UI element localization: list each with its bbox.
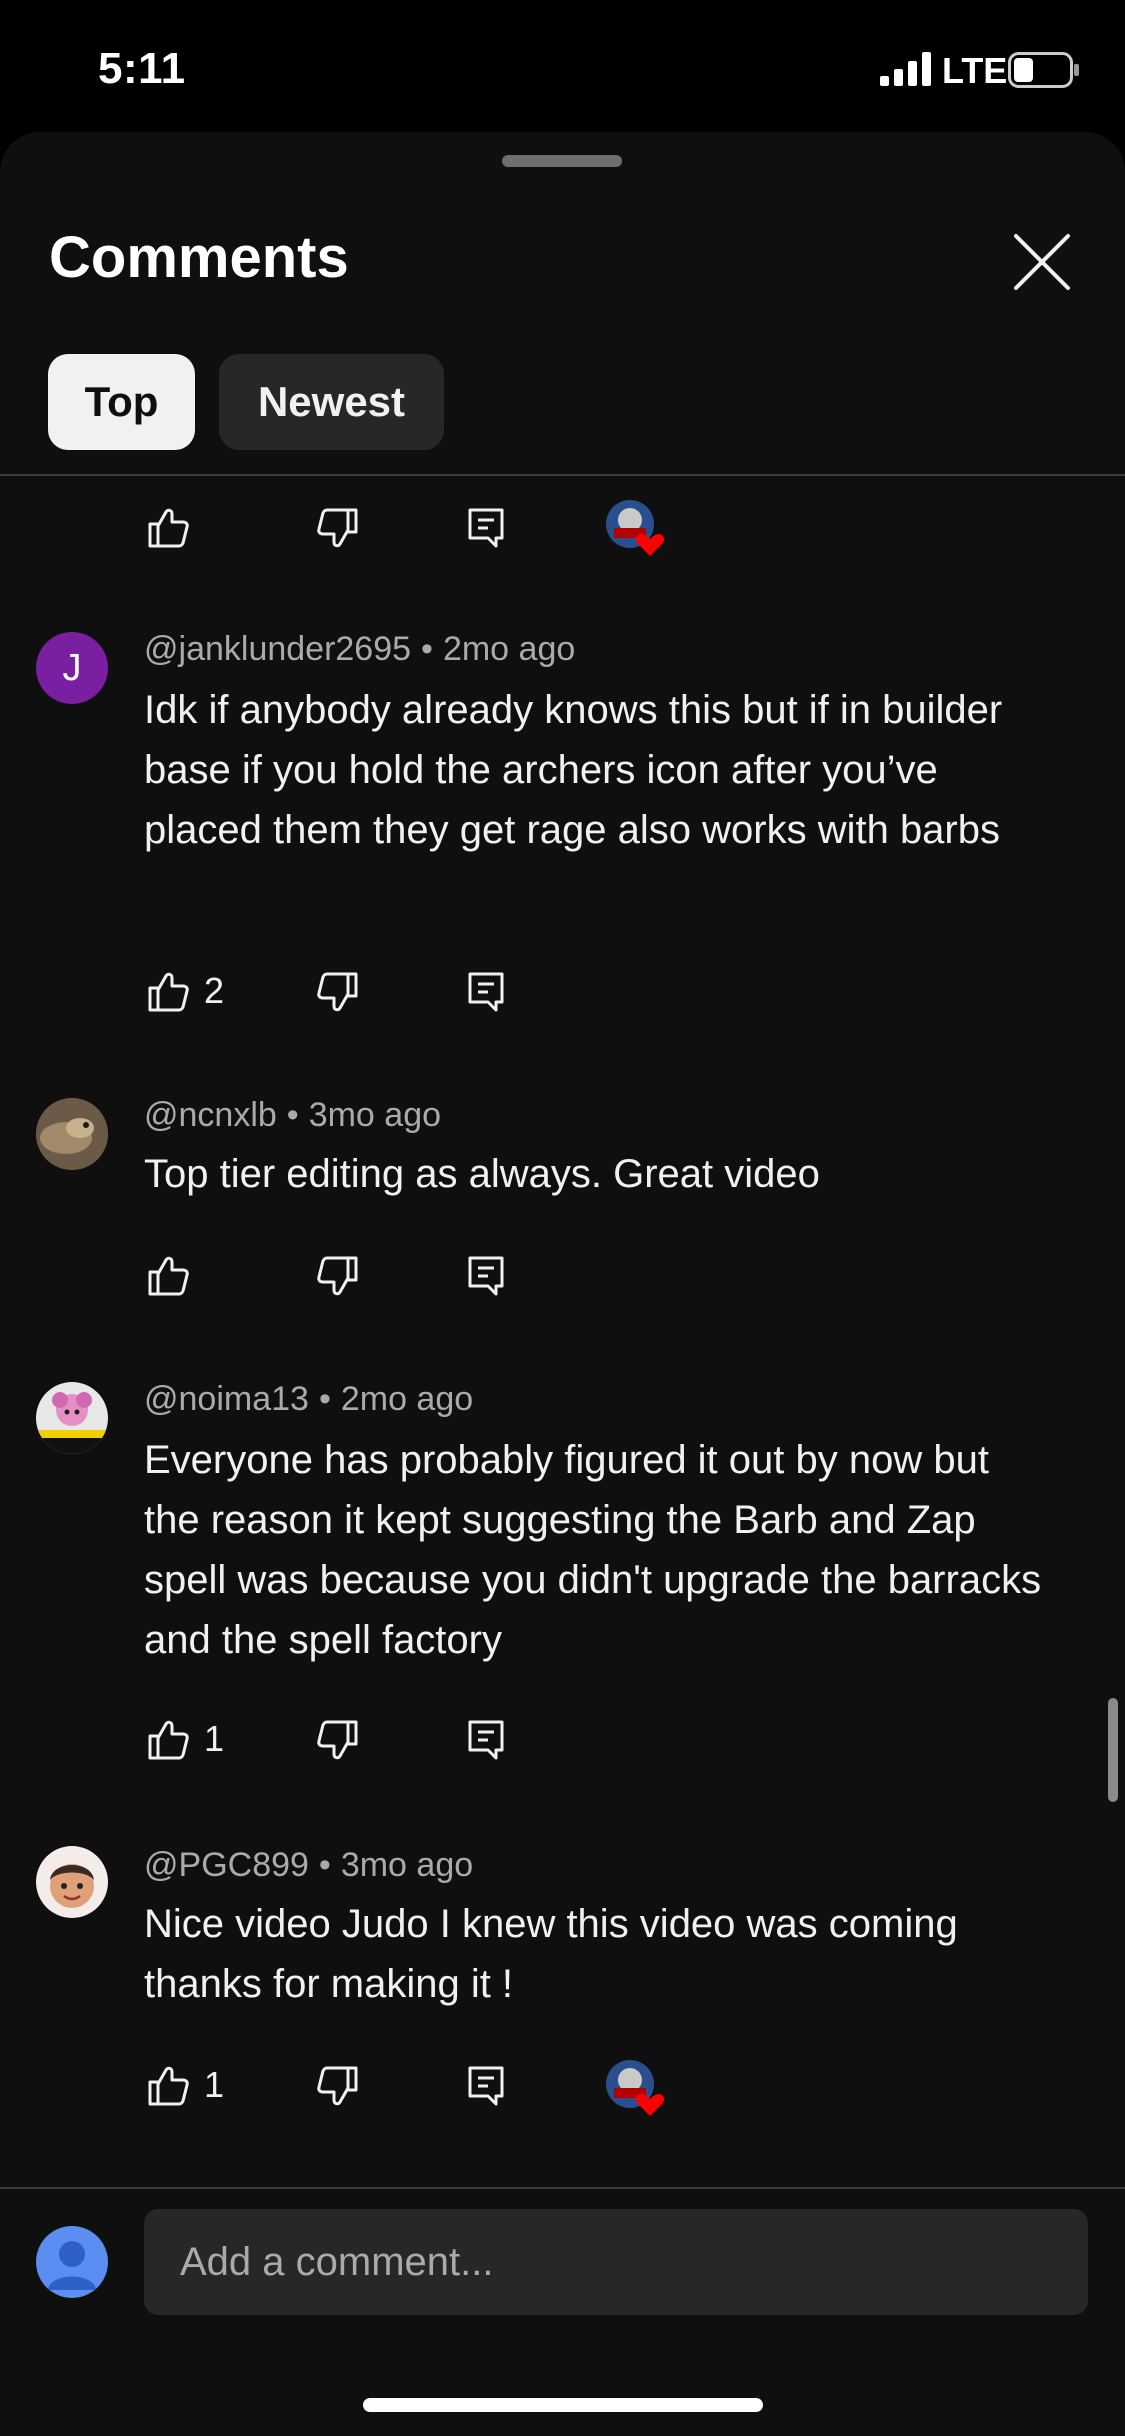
avatar[interactable]	[36, 1098, 108, 1170]
user-avatar-icon	[36, 2226, 108, 2298]
close-button[interactable]	[1000, 220, 1084, 304]
meta-separator: •	[286, 1096, 299, 1134]
person-icon	[48, 2241, 96, 2290]
page-title: Comments	[49, 225, 349, 290]
home-indicator[interactable]	[363, 2398, 763, 2412]
avatar[interactable]: J	[36, 632, 108, 704]
comment-text: Nice video Judo I knew this video was co…	[144, 1902, 958, 2006]
comment-author[interactable]: @PGC899	[144, 1846, 309, 1884]
comment-time: 2mo ago	[340, 1380, 474, 1418]
reply-button[interactable]	[462, 504, 510, 552]
reply-icon	[468, 972, 504, 1012]
dislike-button[interactable]	[314, 1716, 362, 1764]
thumbs-up-icon	[148, 1256, 189, 1296]
like-button[interactable]	[144, 968, 192, 1016]
meta-separator: •	[318, 1380, 331, 1418]
reply-icon	[468, 1720, 504, 1760]
comment-meta: @noima13 • 2mo ago	[144, 1380, 473, 1419]
creator-heart-icon	[606, 500, 665, 556]
reply-icon	[468, 508, 504, 548]
dislike-button[interactable]	[314, 1252, 362, 1300]
comment-text: Top tier editing as always. Great video	[144, 1152, 820, 1196]
battery-icon	[1008, 52, 1079, 88]
filter-top-chip[interactable]: Top	[48, 354, 195, 450]
reply-icon	[468, 1256, 504, 1296]
like-button[interactable]	[144, 504, 192, 552]
comment-text: Idk if anybody already knows this but if…	[144, 688, 1003, 852]
dislike-button[interactable]	[314, 968, 362, 1016]
like-count: 2	[204, 970, 225, 1011]
creator-heart-icon	[606, 2060, 665, 2116]
reply-button[interactable]	[462, 1716, 510, 1764]
dislike-button[interactable]	[314, 504, 362, 552]
network-label: LTE	[942, 50, 1008, 91]
avatar[interactable]	[36, 1382, 108, 1454]
thumbs-down-icon	[317, 972, 358, 1012]
comment-time: 3mo ago	[340, 1846, 474, 1884]
composer-divider	[0, 2187, 1125, 2189]
screen: 5:11 LTE Comments Top Newest J @janklund…	[0, 0, 1125, 2436]
avatar-image	[36, 1098, 108, 1170]
header-divider	[0, 474, 1125, 476]
drag-handle[interactable]	[502, 155, 622, 167]
meta-separator: •	[421, 630, 433, 668]
comment-meta: @ncnxlb • 3mo ago	[144, 1096, 441, 1135]
like-count: 1	[204, 1718, 225, 1759]
thumbs-up-icon	[148, 1720, 189, 1760]
filter-newest-chip[interactable]: Newest	[219, 354, 444, 450]
scrollbar[interactable]	[1108, 1698, 1118, 1802]
avatar-image	[36, 1846, 108, 1918]
thumbs-up-icon	[148, 2066, 189, 2106]
comment-meta: @janklunder2695 • 2mo ago	[144, 630, 575, 669]
reply-icon	[468, 2066, 504, 2106]
like-button[interactable]	[144, 1252, 192, 1300]
comment-author[interactable]: @noima13	[144, 1380, 309, 1418]
thumbs-up-icon	[148, 508, 189, 548]
add-comment-input[interactable]	[144, 2209, 1088, 2315]
like-count: 1	[204, 2064, 225, 2105]
comment-meta: @PGC899 • 3mo ago	[144, 1846, 473, 1885]
comment-time: 2mo ago	[442, 630, 576, 668]
like-button[interactable]	[144, 2062, 192, 2110]
thumbs-down-icon	[317, 508, 358, 548]
comment-author[interactable]: @janklunder2695	[144, 630, 411, 668]
avatar[interactable]	[36, 1846, 108, 1918]
status-bar: 5:11 LTE	[0, 0, 1125, 140]
reply-button[interactable]	[462, 968, 510, 1016]
signal-icon	[880, 52, 931, 86]
thumbs-up-icon	[148, 972, 189, 1012]
reply-button[interactable]	[462, 1252, 510, 1300]
comment-time: 3mo ago	[308, 1096, 442, 1134]
thumbs-down-icon	[317, 1256, 358, 1296]
close-icon	[1014, 234, 1070, 290]
meta-separator: •	[318, 1846, 331, 1884]
comment-author[interactable]: @ncnxlb	[144, 1096, 277, 1134]
comment-text: Everyone has probably figured it out by …	[144, 1438, 1042, 1662]
thumbs-down-icon	[317, 2066, 358, 2106]
dislike-button[interactable]	[314, 2062, 362, 2110]
thumbs-down-icon	[317, 1720, 358, 1760]
status-time: 5:11	[98, 44, 186, 93]
avatar-image	[36, 1382, 108, 1454]
like-button[interactable]	[144, 1716, 192, 1764]
reply-button[interactable]	[462, 2062, 510, 2110]
